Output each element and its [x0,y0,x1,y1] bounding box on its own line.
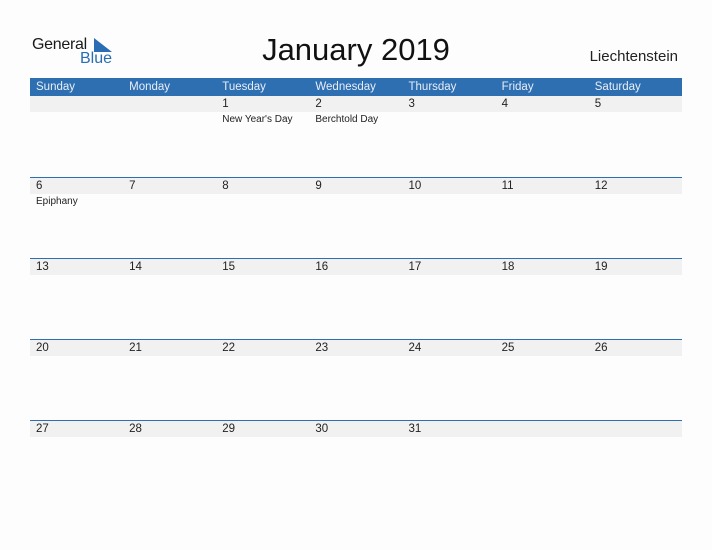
week-row: 20 21 22 23 24 25 26 [30,339,682,419]
weekday-sunday: Sunday [36,81,76,93]
country-label: Liechtenstein [589,48,678,65]
day-number [123,96,216,112]
weekday-friday: Friday [501,81,534,93]
holiday-label [496,112,589,125]
holiday-label [309,275,402,277]
holiday-label [123,194,216,207]
weekday-wednesday: Wednesday [315,81,376,93]
holiday-label [403,275,496,277]
holiday-label [496,194,589,207]
day-number: 6 [36,180,43,192]
holiday-label [30,437,123,439]
day-number: 22 [222,342,236,354]
holiday-label [403,194,496,207]
day-number-row: 6 7 8 9 10 11 12 [30,177,682,194]
holiday-label [309,194,402,207]
holiday-label [589,194,682,207]
week-row: 13 14 15 16 17 18 19 [30,258,682,338]
day-number: 8 [222,180,229,192]
day-number: 5 [594,98,602,110]
weekday-tuesday: Tuesday [222,81,266,93]
holiday-row: Epiphany [30,194,682,207]
day-number: 29 [222,423,236,435]
holiday-row: New Year's Day Berchtold Day [30,112,682,125]
holiday-label [403,356,496,358]
day-number: 11 [501,180,514,192]
day-number: 9 [315,180,322,192]
day-number: 16 [315,261,329,273]
holiday-label [403,112,496,125]
week-row: 1 2 3 4 5 New Year's Day Berchtold Day [30,96,682,176]
holiday-label [216,275,309,277]
day-number: 19 [594,261,608,273]
holiday-label [216,437,309,439]
holiday-label [123,437,216,439]
weekday-header: Sunday Monday Tuesday Wednesday Thursday… [30,78,682,96]
day-number: 7 [129,180,136,192]
holiday-label [123,356,216,358]
weekday-saturday: Saturday [594,81,641,93]
day-number: 31 [408,423,422,435]
day-number: 23 [315,342,329,354]
day-number: 14 [129,261,142,273]
holiday-label [216,356,309,358]
holiday-label: New Year's Day [222,114,293,125]
day-number: 20 [36,342,49,354]
holiday-label [589,275,682,277]
holiday-row [30,437,682,439]
holiday-label [496,356,589,358]
day-number: 17 [408,261,422,273]
day-number [496,421,589,437]
weekday-thursday: Thursday [408,81,457,93]
day-number-row: 13 14 15 16 17 18 19 [30,258,682,275]
holiday-label [216,194,309,207]
holiday-label [30,275,123,277]
day-number-row: 1 2 3 4 5 [30,96,682,112]
weekday-monday: Monday [129,81,171,93]
day-number: 27 [36,423,49,435]
day-number: 30 [315,423,329,435]
holiday-label [403,437,496,439]
holiday-label [589,437,682,439]
day-number [589,421,682,437]
holiday-label [496,437,589,439]
day-number: 4 [501,98,509,110]
day-number [30,96,123,112]
holiday-label [30,112,123,125]
holiday-label: Epiphany [36,196,78,207]
day-number: 15 [222,261,236,273]
week-row: 27 28 29 30 31 [30,420,682,500]
holiday-label [589,356,682,358]
day-number: 28 [129,423,142,435]
day-number: 13 [36,261,49,273]
day-number: 18 [501,261,515,273]
week-row: 6 7 8 9 10 11 12 Epiphany [30,177,682,257]
day-number: 25 [501,342,515,354]
holiday-label [309,356,402,358]
holiday-label [589,112,682,125]
holiday-label [123,275,216,277]
day-number: 12 [594,180,608,192]
day-number: 1 [222,98,229,110]
day-number: 10 [408,180,422,192]
day-number: 24 [408,342,422,354]
day-number: 3 [408,98,415,110]
holiday-row [30,275,682,277]
day-number: 2 [315,98,322,110]
holiday-label [496,275,589,277]
holiday-label [123,112,216,125]
holiday-label [309,437,402,439]
holiday-row [30,356,682,358]
holiday-label: Berchtold Day [315,114,379,125]
day-number: 26 [594,342,608,354]
day-number-row: 27 28 29 30 31 [30,420,682,437]
day-number: 21 [129,342,142,354]
holiday-label [30,356,123,358]
day-number-row: 20 21 22 23 24 25 26 [30,339,682,356]
